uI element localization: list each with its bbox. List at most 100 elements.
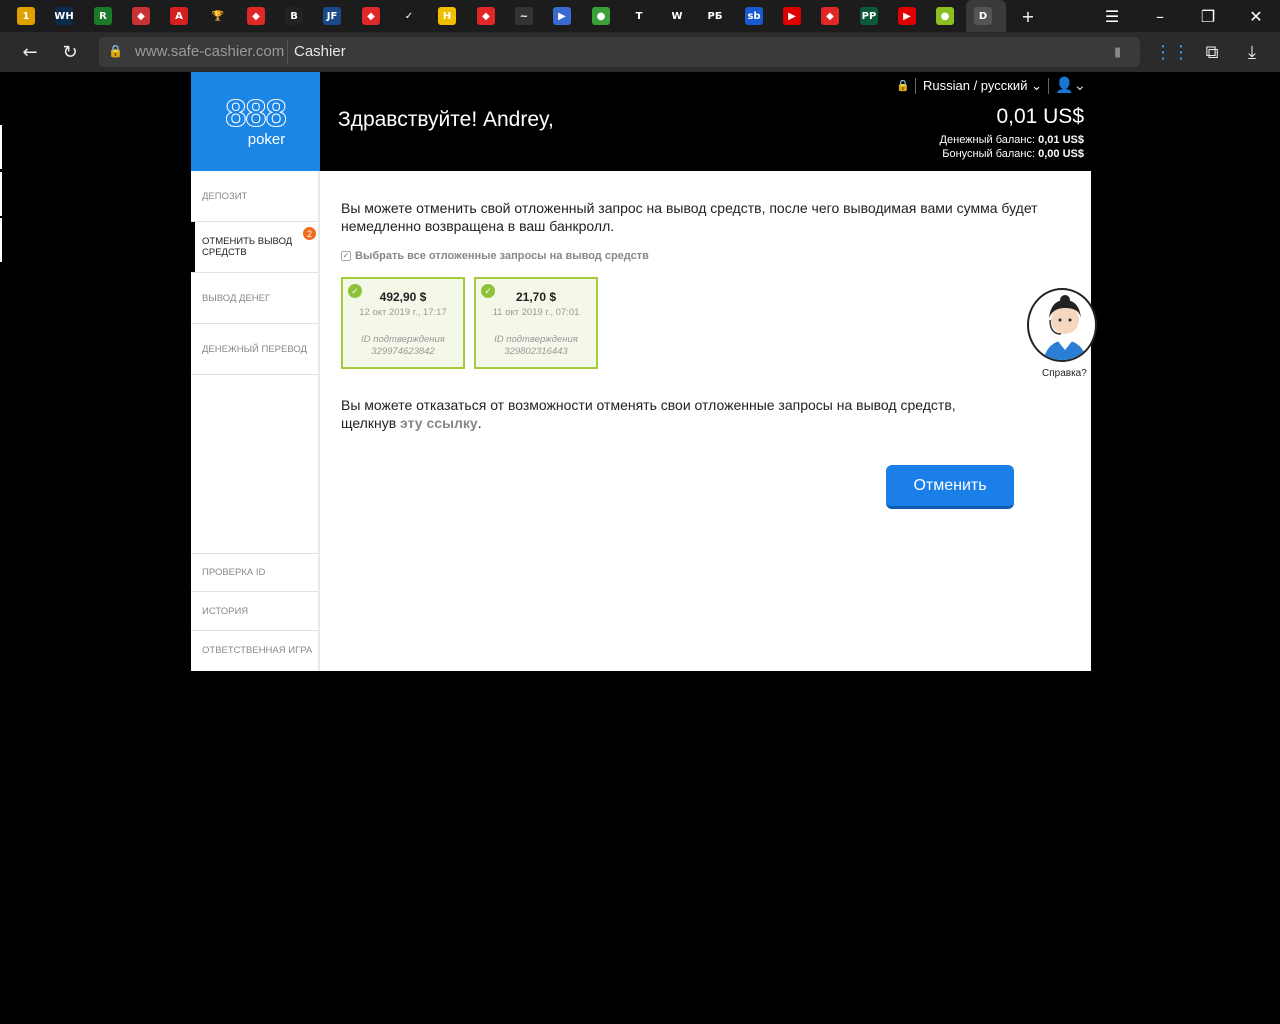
active-indicator <box>191 222 195 272</box>
sidebar-item-withdraw[interactable]: ВЫВОД ДЕНЕГ <box>191 273 318 324</box>
pending-request-card[interactable]: ✓ 492,90 $ 12 окт 2019 г., 17:17 ID подт… <box>341 277 465 369</box>
request-id: 329802316443 <box>504 346 568 357</box>
fonbet-tab-3-icon[interactable]: ◆ <box>477 7 495 25</box>
t-tab-icon[interactable]: T <box>630 7 648 25</box>
download-icon[interactable]: ⤓ <box>1240 40 1264 64</box>
jf-tab-icon[interactable]: JF <box>323 7 341 25</box>
restore-button[interactable]: ❐ <box>1186 0 1230 32</box>
opt-out-link[interactable]: эту ссылку <box>400 415 478 431</box>
reader-icon[interactable]: ⧉ <box>1200 40 1224 64</box>
youtube-tab-1-icon[interactable]: ▶ <box>783 7 801 25</box>
fonbet-tab-1-icon[interactable]: ◆ <box>247 7 265 25</box>
grid-icon[interactable]: ⋮⋮ <box>1154 40 1190 64</box>
sidebar-item-cancel-withdrawal[interactable]: ОТМЕНИТЬ ВЫВОД СРЕДСТВ <box>191 222 318 273</box>
youtube-tab-2-icon[interactable]: ▶ <box>898 7 916 25</box>
pp-tab-icon[interactable]: PP <box>860 7 878 25</box>
pending-count-badge: 2 <box>303 227 316 240</box>
check-tab-icon[interactable]: ✓ <box>400 7 418 25</box>
pending-request-card[interactable]: ✓ 21,70 $ 11 окт 2019 г., 07:01 ID подтв… <box>474 277 598 369</box>
browser-tab-strip: 1 WH R ◆ A 🏆 ◆ B JF ◆ ✓ H ◆ ~ ▶ ● T W PБ sb ▶ ◆ PP ▶ ● D + ☰ – ❐ … <box>0 0 1280 32</box>
opt-out-suffix: . <box>477 415 482 431</box>
bookmark-icon[interactable]: ▮ <box>1114 44 1121 60</box>
lock-icon: 🔒 <box>896 80 910 92</box>
request-date: 11 окт 2019 г., 07:01 <box>492 307 580 318</box>
opt-out-line: щелкнув эту ссылку. <box>341 414 956 432</box>
rb-tab-icon[interactable]: PБ <box>706 7 724 25</box>
fonbet-tab-2-icon[interactable]: ◆ <box>362 7 380 25</box>
green-r-tab-icon[interactable]: R <box>94 7 112 25</box>
greeting: Здравствуйте! Andrey, <box>338 108 554 131</box>
minimize-button[interactable]: – <box>1138 0 1182 32</box>
sidebar: ДЕПОЗИТ ОТМЕНИТЬ ВЫВОД СРЕДСТВ 2 ВЫВОД Д… <box>191 171 320 671</box>
total-balance: 0,01 US$ <box>996 105 1084 128</box>
red-diamond-tab-icon[interactable]: ◆ <box>132 7 150 25</box>
opt-out-line: Вы можете отказаться от возможности отме… <box>341 397 956 413</box>
sidebar-item-id-check[interactable]: ПРОВЕРКА ID <box>191 553 318 592</box>
active-tab-icon[interactable]: D <box>974 7 992 25</box>
888poker-logo[interactable]: 888 poker <box>191 72 320 171</box>
left-edge-marker <box>0 125 2 169</box>
mail-tab-icon[interactable]: 1 <box>17 7 35 25</box>
bonus-balance-value: 0,00 US$ <box>1038 148 1084 160</box>
fonbet-tab-4-icon[interactable]: ◆ <box>821 7 839 25</box>
logo-number: 888 <box>225 92 287 135</box>
reload-icon[interactable]: ↻ <box>58 40 82 64</box>
cash-balance: Денежный баланс: 0,01 US$ <box>940 134 1084 146</box>
logo-word: poker <box>247 130 286 148</box>
url-separator <box>287 40 288 64</box>
lock-icon: 🔒 <box>108 44 123 58</box>
dark-tab-icon[interactable]: ~ <box>515 7 533 25</box>
h-tab-icon[interactable]: H <box>438 7 456 25</box>
red-a-tab-icon[interactable]: A <box>170 7 188 25</box>
trophy-tab-icon[interactable]: 🏆 <box>209 7 227 25</box>
new-tab-button[interactable]: + <box>1006 0 1050 32</box>
sidebar-item-responsible-gaming[interactable]: ОТВЕТСТВЕННАЯ ИГРА <box>191 631 318 670</box>
cashier-header: 888 poker Здравствуйте! Andrey, 🔒 Russia… <box>191 72 1091 171</box>
play-tab-icon[interactable]: ▶ <box>553 7 571 25</box>
intro-line: Вы можете отменить свой отложенный запро… <box>341 200 1038 216</box>
request-id-label: ID подтверждения <box>361 334 445 345</box>
sidebar-item-history[interactable]: ИСТОРИЯ <box>191 592 318 631</box>
sidebar-item-deposit[interactable]: ДЕПОЗИТ <box>191 171 318 222</box>
back-arrow-icon[interactable]: ← <box>18 40 42 64</box>
request-id: 329974623842 <box>371 346 435 357</box>
support-agent-avatar[interactable] <box>1027 288 1097 362</box>
divider <box>915 78 916 94</box>
green-circle-tab-icon[interactable]: ● <box>592 7 610 25</box>
sidebar-item-label: ДЕПОЗИТ <box>202 190 248 202</box>
select-all-checkbox[interactable]: ✓ Выбрать все отложенные запросы на выво… <box>341 250 649 262</box>
intro-text: Вы можете отменить свой отложенный запро… <box>341 199 1038 235</box>
user-icon[interactable]: 👤⌄ <box>1055 76 1086 94</box>
cashier-page: 888 poker Здравствуйте! Andrey, 🔒 Russia… <box>191 72 1097 671</box>
request-date: 12 окт 2019 г., 17:17 <box>359 307 447 318</box>
sidebar-item-label: ОТМЕНИТЬ ВЫВОД <box>202 236 293 247</box>
menu-icon[interactable]: ☰ <box>1090 0 1134 32</box>
left-edge-marker <box>0 172 2 216</box>
url-host: www.safe-cashier.com <box>135 43 285 60</box>
divider <box>1048 78 1049 94</box>
sb-tab-icon[interactable]: sb <box>745 7 763 25</box>
bb-tab-icon[interactable]: B <box>285 7 303 25</box>
close-window-button[interactable]: ✕ <box>1234 0 1278 32</box>
language-selector[interactable]: Russian / русский ⌄ <box>923 78 1042 94</box>
request-amount: 492,90 $ <box>379 290 427 304</box>
lime-tab-icon[interactable]: ● <box>936 7 954 25</box>
william-hill-tab-icon[interactable]: WH <box>55 7 73 25</box>
intro-line: немедленно возвращена в ваш банкролл. <box>341 218 615 234</box>
opt-out-text: Вы можете отказаться от возможности отме… <box>341 396 956 432</box>
select-all-label: Выбрать все отложенные запросы на вывод … <box>355 250 649 262</box>
request-id-label: ID подтверждения <box>494 334 578 345</box>
left-edge-marker <box>0 218 2 262</box>
cash-balance-label: Денежный баланс: <box>939 134 1036 146</box>
sidebar-item-label: ОТВЕТСТВЕННАЯ ИГРА <box>202 645 313 656</box>
sidebar-item-label: СРЕДСТВ <box>202 247 247 258</box>
bonus-balance: Бонусный баланс: 0,00 US$ <box>942 148 1084 160</box>
cancel-withdrawal-button[interactable]: Отменить <box>886 465 1014 509</box>
w-tab-icon[interactable]: W <box>668 7 686 25</box>
checkbox-icon[interactable]: ✓ <box>341 251 351 261</box>
bonus-balance-label: Бонусный баланс: <box>942 148 1036 160</box>
sidebar-item-label: ИСТОРИЯ <box>202 605 249 617</box>
sidebar-item-transfer[interactable]: ДЕНЕЖНЫЙ ПЕРЕВОД <box>191 324 318 375</box>
page-title: Cashier <box>294 43 346 60</box>
help-label[interactable]: Справка? <box>1042 368 1087 379</box>
